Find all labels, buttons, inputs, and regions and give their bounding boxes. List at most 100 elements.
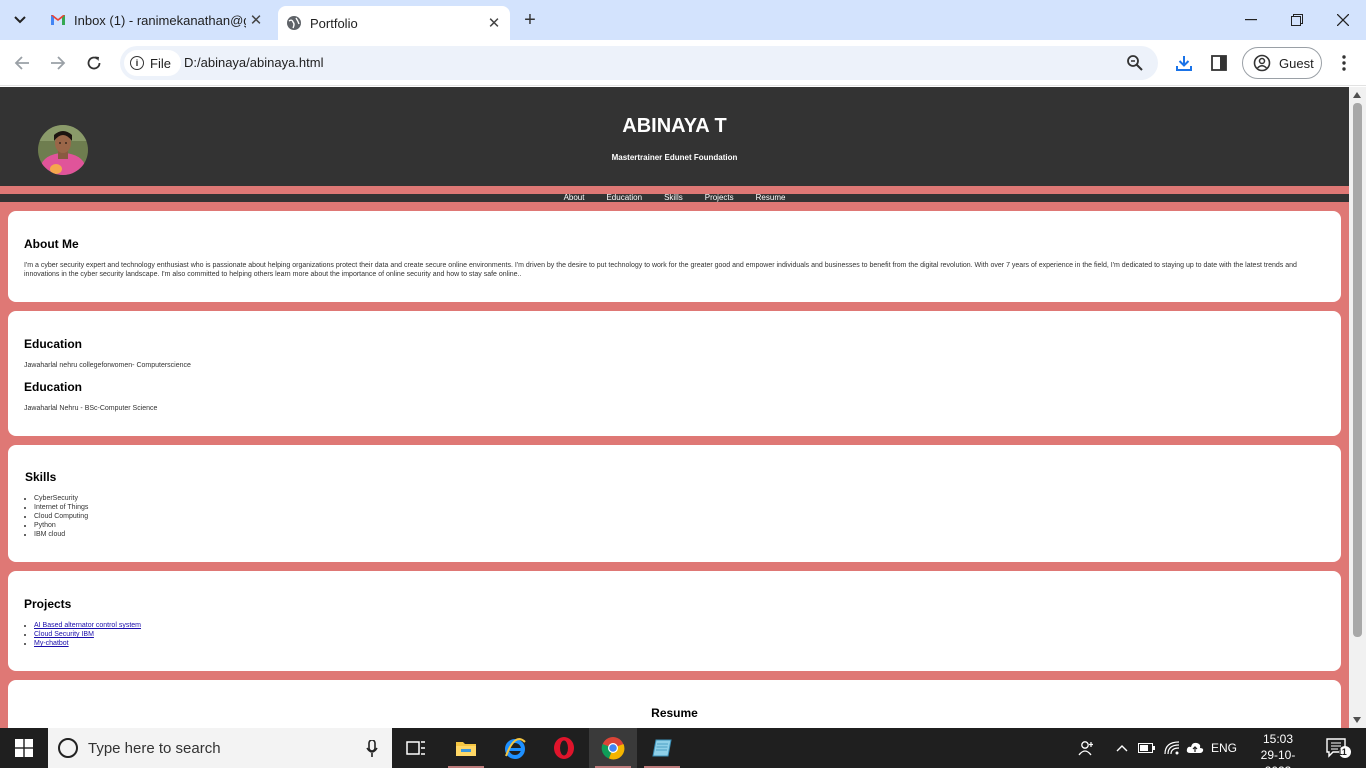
site-chip-label: File xyxy=(150,55,171,71)
reload-button[interactable] xyxy=(80,49,108,77)
start-button[interactable] xyxy=(0,728,48,768)
file-explorer-button[interactable] xyxy=(442,728,490,768)
page-scrollbar[interactable] xyxy=(1349,87,1366,728)
battery-button[interactable] xyxy=(1136,728,1158,768)
site-subtitle: Mastertrainer Edunet Foundation xyxy=(611,153,738,162)
new-tab-button[interactable]: + xyxy=(518,8,542,32)
close-icon[interactable]: ✕ xyxy=(484,13,504,33)
projects-heading: Projects xyxy=(24,597,72,611)
downloads-button[interactable] xyxy=(1171,50,1197,76)
taskbar-search[interactable]: Type here to search xyxy=(48,728,392,768)
windows-logo-icon xyxy=(15,739,33,757)
notepad-icon xyxy=(652,739,672,757)
browser-menu-button[interactable] xyxy=(1332,50,1356,76)
restore-button[interactable] xyxy=(1274,0,1320,40)
minimize-icon xyxy=(1245,19,1257,21)
chrome-button[interactable] xyxy=(589,728,637,768)
opera-icon xyxy=(554,737,574,759)
wifi-icon xyxy=(1164,741,1180,755)
language-indicator[interactable]: ENG xyxy=(1208,728,1240,768)
skill-item: IBM cloud xyxy=(34,530,88,539)
project-link[interactable]: My-chatbot xyxy=(34,640,69,647)
battery-icon xyxy=(1138,743,1155,753)
taskbar-search-placeholder: Type here to search xyxy=(88,739,221,757)
scroll-down-arrow-icon[interactable] xyxy=(1353,717,1361,723)
about-heading: About Me xyxy=(24,237,79,251)
tab-inbox[interactable]: Inbox (1) - ranimekanathan@gmail.com ✕ xyxy=(40,0,272,40)
skill-item: Internet of Things xyxy=(34,503,88,512)
onedrive-button[interactable] xyxy=(1184,728,1206,768)
site-info-chip[interactable]: i File xyxy=(124,50,181,76)
clock[interactable]: 15:03 29-10-2023 xyxy=(1250,731,1306,768)
education-entry: Jawaharlal Nehru - BSc-Computer Science xyxy=(24,405,158,412)
nav-link-resume[interactable]: Resume xyxy=(756,194,786,202)
tab-search-button[interactable] xyxy=(8,8,32,32)
site-title: ABINAYA T xyxy=(622,115,727,137)
scroll-up-arrow-icon[interactable] xyxy=(1353,92,1361,98)
chevron-up-icon xyxy=(1116,745,1128,752)
cloud-upload-icon xyxy=(1186,742,1204,753)
arrow-left-icon xyxy=(14,56,29,70)
tab-portfolio[interactable]: Portfolio ✕ xyxy=(278,6,510,40)
people-icon xyxy=(1078,741,1093,756)
project-link[interactable]: AI Based alternator control system xyxy=(34,622,141,629)
notification-count: 11 xyxy=(1337,747,1347,757)
notepad-button[interactable] xyxy=(638,728,686,768)
network-button[interactable] xyxy=(1160,728,1184,768)
close-icon[interactable]: ✕ xyxy=(246,10,266,30)
back-button[interactable] xyxy=(8,49,36,77)
projects-list: AI Based alternator control system Cloud… xyxy=(24,621,141,648)
nav-link-education[interactable]: Education xyxy=(606,194,642,202)
projects-section: Projects AI Based alternator control sys… xyxy=(8,571,1341,671)
opera-button[interactable] xyxy=(540,728,588,768)
resume-section: Resume xyxy=(8,680,1341,728)
side-panel-icon xyxy=(1211,55,1227,71)
reload-icon xyxy=(87,56,101,70)
page-viewport: ABINAYA T Mastertrainer Edunet Foundatio… xyxy=(0,87,1349,728)
nav-link-skills[interactable]: Skills xyxy=(664,194,683,202)
task-view-button[interactable] xyxy=(392,728,440,768)
about-section: About Me I'm a cyber security expert and… xyxy=(8,211,1341,302)
project-item: My-chatbot xyxy=(34,639,141,648)
arrow-right-icon xyxy=(51,56,66,70)
close-icon xyxy=(1337,14,1349,26)
microphone-icon[interactable] xyxy=(366,740,378,758)
about-text: I'm a cyber security expert and technolo… xyxy=(24,262,1297,278)
edge-button[interactable] xyxy=(491,728,539,768)
more-vert-icon xyxy=(1342,55,1346,71)
address-bar[interactable]: i File D:/abinaya/abinaya.html xyxy=(120,46,1158,80)
education-entry: Jawaharlal nehru collegeforwomen- Comput… xyxy=(24,362,191,369)
url-text[interactable]: D:/abinaya/abinaya.html xyxy=(184,55,323,70)
clock-time: 15:03 xyxy=(1262,732,1294,746)
show-hidden-icons-button[interactable] xyxy=(1112,728,1132,768)
site-navigation: About Education Skills Projects Resume xyxy=(0,194,1349,202)
project-item: Cloud Security IBM xyxy=(34,630,141,639)
minimize-button[interactable] xyxy=(1228,0,1274,40)
zoom-icon[interactable] xyxy=(1126,54,1144,72)
gmail-icon xyxy=(51,15,65,25)
skills-list: CyberSecurity Internet of Things Cloud C… xyxy=(24,494,88,539)
profile-label: Guest xyxy=(1279,55,1314,71)
action-center-button[interactable]: 11 xyxy=(1318,728,1358,768)
folder-icon xyxy=(456,742,476,756)
close-window-button[interactable] xyxy=(1320,0,1366,40)
globe-icon xyxy=(287,16,301,30)
scroll-thumb[interactable] xyxy=(1353,103,1362,637)
clock-date: 29-10-2023 xyxy=(1260,748,1296,768)
skill-item: Python xyxy=(34,521,88,530)
profile-button[interactable]: Guest xyxy=(1242,47,1322,79)
internet-explorer-icon xyxy=(505,738,526,759)
people-button[interactable] xyxy=(1074,728,1100,768)
side-panel-button[interactable] xyxy=(1206,50,1232,76)
download-icon xyxy=(1176,56,1192,71)
nav-link-about[interactable]: About xyxy=(564,194,585,202)
project-link[interactable]: Cloud Security IBM xyxy=(34,631,94,638)
skill-item: CyberSecurity xyxy=(34,494,88,503)
nav-link-projects[interactable]: Projects xyxy=(705,194,734,202)
forward-button[interactable] xyxy=(44,49,72,77)
skill-item: Cloud Computing xyxy=(34,512,88,521)
search-icon xyxy=(58,738,78,758)
resume-heading: Resume xyxy=(651,706,698,720)
education-section: Education Jawaharlal nehru collegeforwom… xyxy=(8,311,1341,436)
site-header: ABINAYA T Mastertrainer Edunet Foundatio… xyxy=(0,87,1349,186)
